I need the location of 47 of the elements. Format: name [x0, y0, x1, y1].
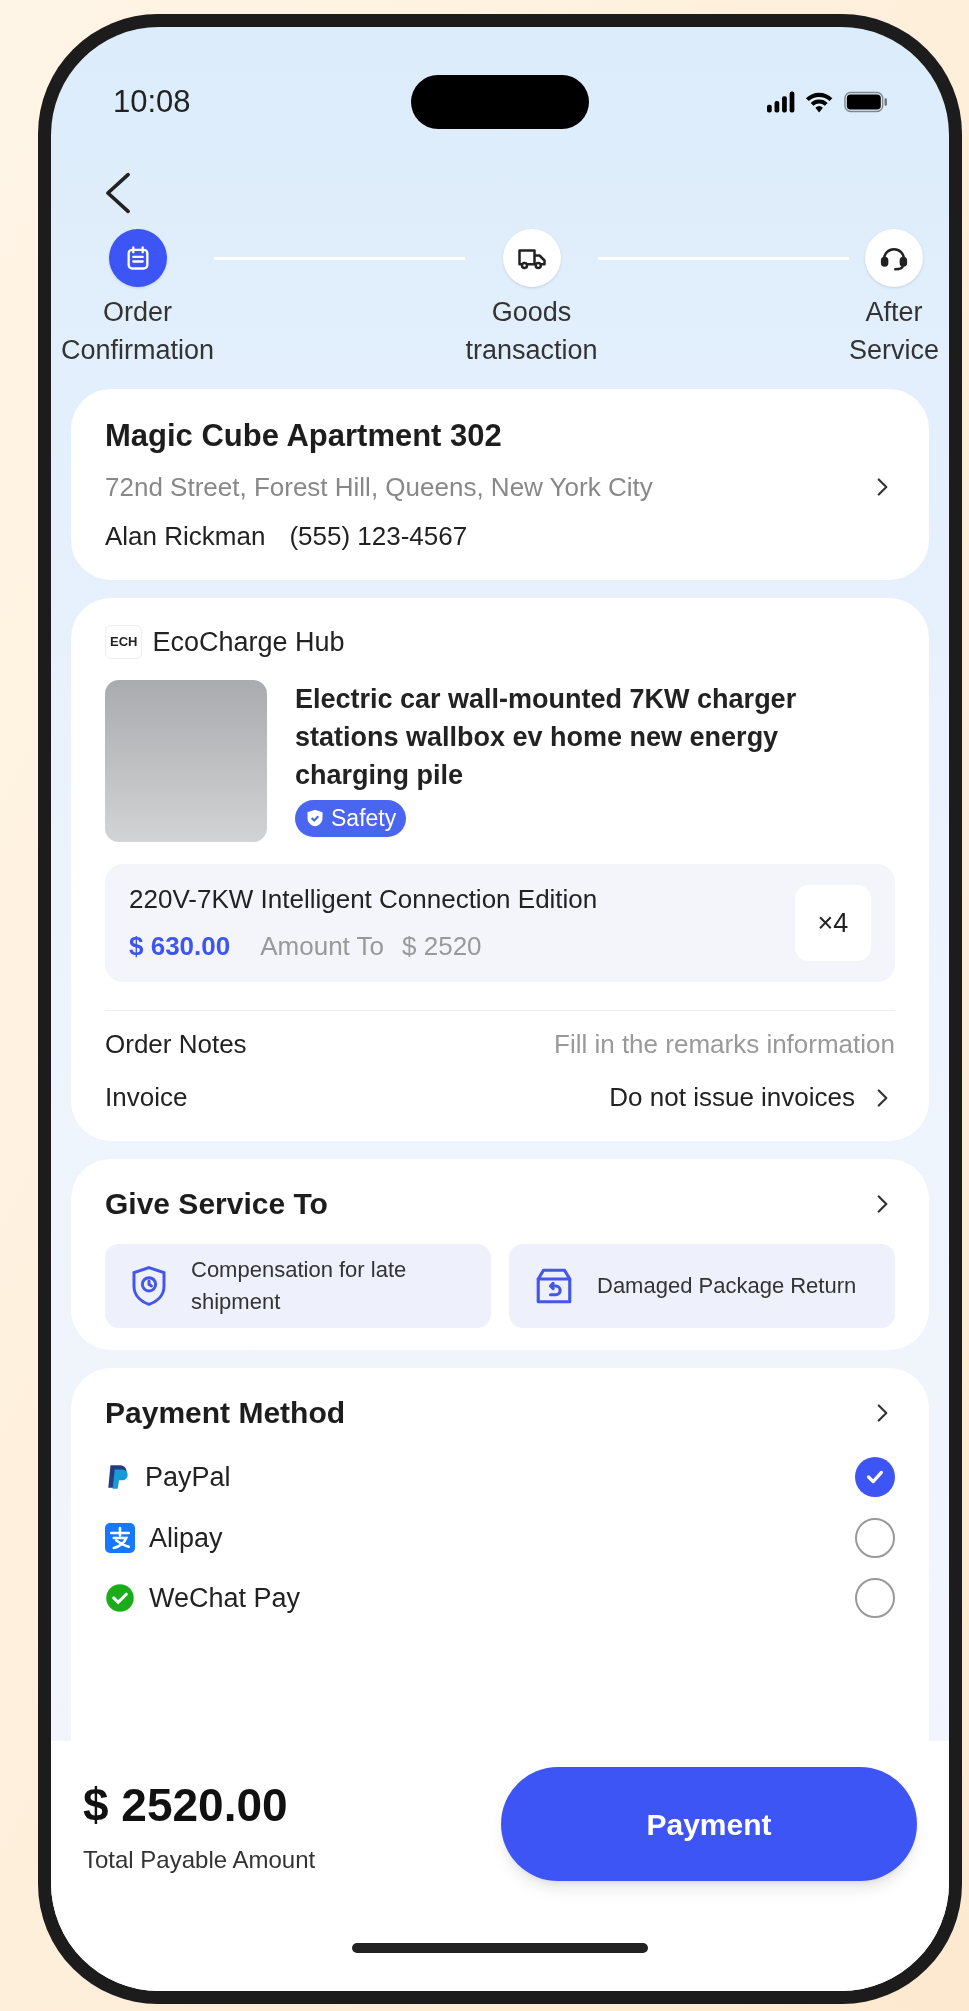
wifi-icon [805, 91, 834, 113]
address-street: 72nd Street, Forest Hill, Queens, New York City [105, 470, 653, 504]
status-time: 10:08 [113, 82, 192, 121]
total-amount: $ 2520.00 [83, 1777, 289, 1833]
battery-icon [843, 91, 887, 113]
check-circle-logo-icon [105, 1583, 135, 1614]
service-chip[interactable]: Compensation for late shipment [105, 1244, 491, 1328]
shop-logo: ECH [105, 625, 143, 659]
unit-price: $ 630.00 [129, 930, 231, 963]
service-label: Damaged Package Return [597, 1272, 857, 1300]
alipay-logo-icon [105, 1522, 135, 1553]
invoice-select[interactable]: Do not issue invoices [609, 1078, 895, 1117]
section-title: Give Service To [105, 1186, 328, 1222]
amount-value: $ 2520 [402, 930, 482, 963]
shop-name: EcoCharge Hub [152, 625, 345, 659]
paypal-logo-icon [105, 1463, 131, 1492]
payment-option[interactable]: WeChat Pay [105, 1578, 895, 1619]
safety-badge: Safety [295, 800, 407, 837]
payment-option[interactable]: Alipay [105, 1517, 895, 1558]
quantity-box[interactable]: ×4 [795, 885, 871, 961]
radio-unchecked[interactable] [855, 1578, 895, 1619]
service-chip[interactable]: Damaged Package Return [509, 1244, 895, 1328]
product-title: Electric car wall-mounted 7KW charger stations wallbox ev home new energy charging pile [295, 683, 798, 792]
address-title: Magic Cube Apartment 302 [105, 417, 503, 455]
variant-name: 220V-7KW Intelligent Connection Edition [129, 883, 598, 916]
payment-name: PayPal [145, 1461, 231, 1494]
contact-name: Alan Rickman [105, 519, 266, 553]
payment-option[interactable]: PayPal [105, 1457, 895, 1498]
step-label[interactable]: Order Confirmation [61, 293, 215, 369]
payment-button[interactable]: Payment [501, 1767, 917, 1881]
remarks-input-field[interactable]: Fill in the remarks information [475, 1025, 895, 1064]
amount-label: Amount To [260, 930, 385, 963]
total-label: Total Payable Amount [83, 1844, 316, 1875]
address-card[interactable]: Magic Cube Apartment 302 72nd Street, Forest Hill, Queens, New York City Alan Rickman (555) 123-4567 [71, 389, 929, 580]
shield-check-icon [305, 808, 325, 829]
step-label[interactable]: After Service [848, 293, 939, 369]
radio-unchecked[interactable] [855, 1517, 895, 1558]
field-label: Invoice [105, 1081, 188, 1114]
field-label: Order Notes [105, 1028, 247, 1061]
contact-phone: (555) 123-4567 [289, 519, 468, 553]
section-title: Payment Method [105, 1395, 346, 1431]
payment-name: Alipay [149, 1521, 223, 1555]
signal-icon [767, 91, 796, 113]
step-label[interactable]: Goods transaction [465, 293, 598, 369]
radio-checked[interactable] [855, 1457, 895, 1498]
payment-name: WeChat Pay [149, 1582, 301, 1615]
service-label: Compensation for late shipment [191, 1256, 408, 1316]
